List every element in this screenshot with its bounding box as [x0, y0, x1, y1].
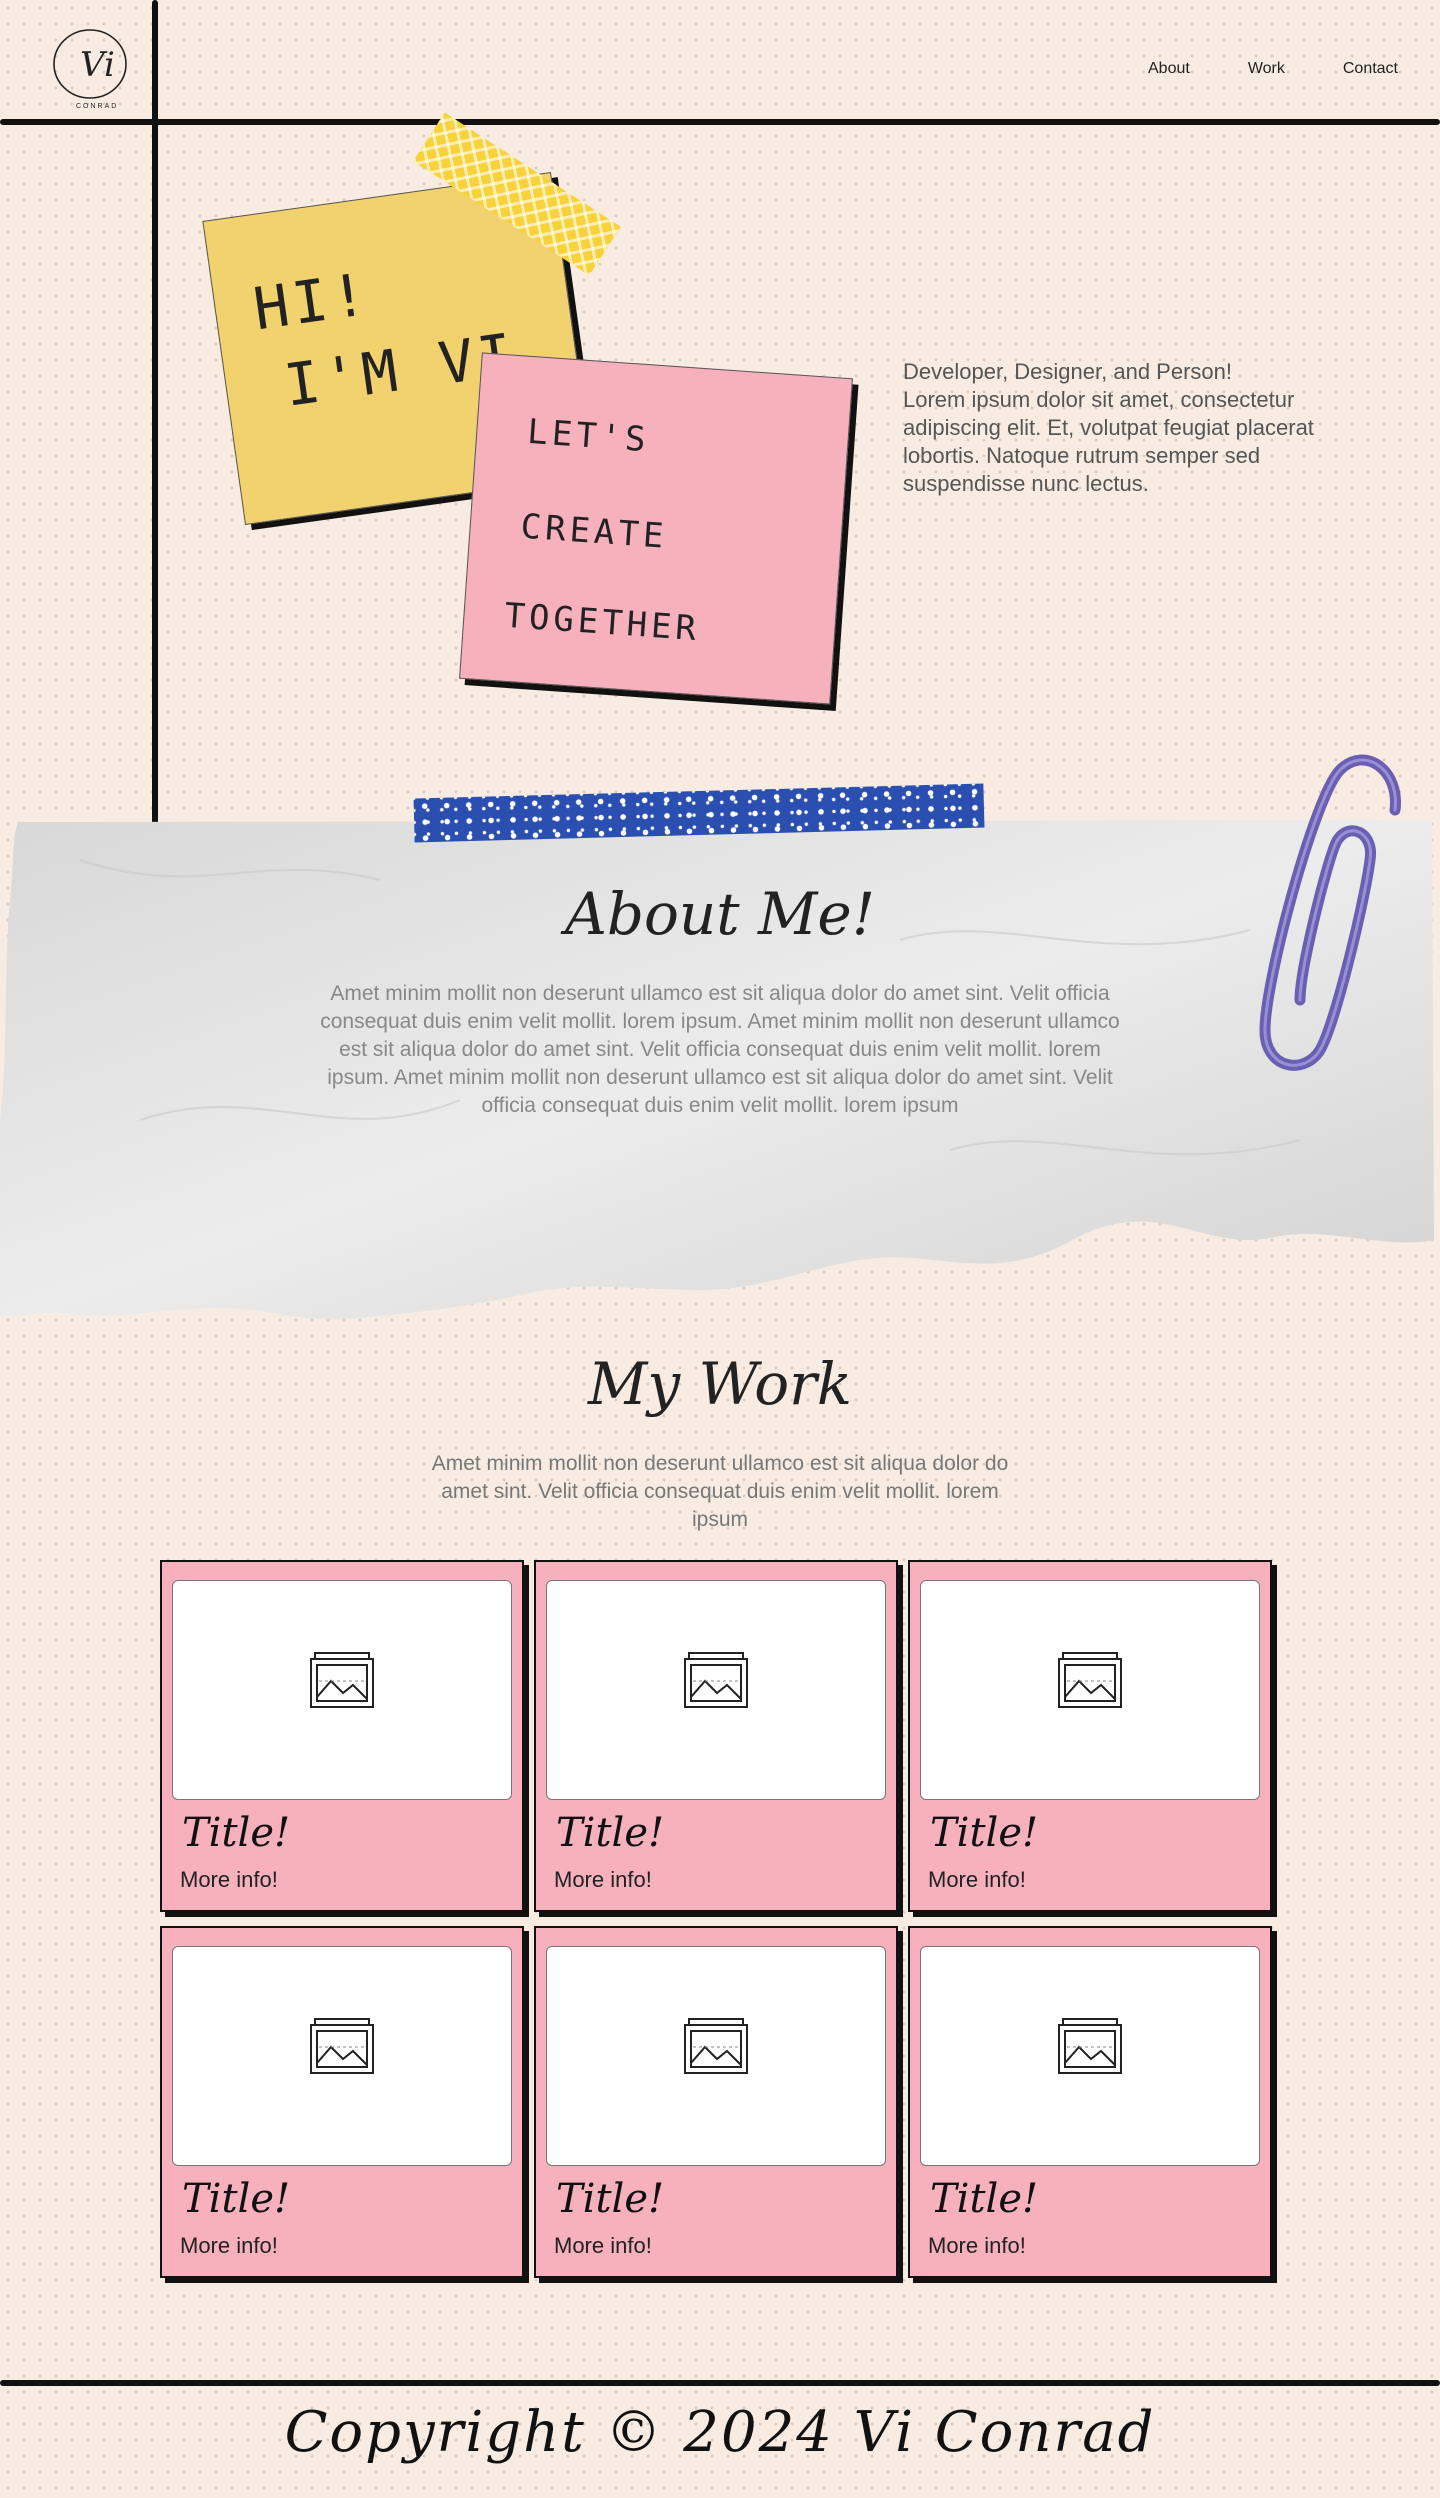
- work-card-image: [920, 1946, 1260, 2166]
- work-card[interactable]: Title! More info!: [908, 1560, 1272, 1912]
- hero-tagline: Developer, Designer, and Person!: [903, 359, 1232, 384]
- logo-text: Vi: [80, 45, 115, 85]
- work-card[interactable]: Title! More info!: [908, 1926, 1272, 2278]
- image-placeholder-icon: [310, 1652, 374, 1708]
- nav-contact-link[interactable]: Contact: [1343, 60, 1398, 78]
- work-card-title: Title!: [930, 1810, 1039, 1856]
- work-card-title: Title!: [556, 1810, 665, 1856]
- paperclip-icon: [1259, 754, 1401, 1071]
- main-nav: About Work Contact: [1090, 60, 1398, 78]
- work-card-image: [920, 1580, 1260, 1800]
- image-placeholder-icon: [310, 2018, 374, 2074]
- work-card-info: More info!: [180, 1867, 278, 1892]
- work-card-title: Title!: [182, 2176, 291, 2222]
- footer-copyright: Copyright © 2024 Vi Conrad: [284, 2400, 1156, 2465]
- work-card-info: More info!: [554, 1867, 652, 1892]
- create-together-sticky-note: LET'S CREATE TOGETHER: [459, 352, 853, 705]
- hero-intro: Developer, Designer, and Person! Lorem i…: [903, 358, 1353, 498]
- work-card[interactable]: Title! More info!: [534, 1560, 898, 1912]
- vertical-divider: [152, 0, 158, 825]
- lets-line: LET'S: [526, 411, 651, 461]
- work-card-info: More info!: [928, 2233, 1026, 2258]
- work-card-image: [172, 1946, 512, 2166]
- work-title: My Work: [587, 1350, 853, 1418]
- work-card-title: Title!: [556, 2176, 665, 2222]
- work-card-info: More info!: [180, 2233, 278, 2258]
- work-card-info: More info!: [554, 2233, 652, 2258]
- hero-description: Lorem ipsum dolor sit amet, consectetur …: [903, 387, 1314, 496]
- work-card[interactable]: Title! More info!: [160, 1560, 524, 1912]
- header-divider: [0, 119, 1440, 125]
- logo[interactable]: Vi CONRAD: [50, 24, 136, 110]
- nav-work-link[interactable]: Work: [1248, 60, 1285, 78]
- work-card-info: More info!: [928, 1867, 1026, 1892]
- image-placeholder-icon: [1058, 1652, 1122, 1708]
- image-placeholder-icon: [684, 1652, 748, 1708]
- work-card-image: [172, 1580, 512, 1800]
- work-card-title: Title!: [930, 2176, 1039, 2222]
- image-placeholder-icon: [1058, 2018, 1122, 2074]
- footer-divider: [0, 2380, 1440, 2386]
- work-card-image: [546, 1580, 886, 1800]
- about-title: About Me!: [564, 880, 876, 948]
- work-body: Amet minim mollit non deserunt ullamco e…: [431, 1452, 1009, 1531]
- work-card-title: Title!: [182, 1810, 291, 1856]
- together-line: TOGETHER: [503, 595, 702, 650]
- hello-line: HI!: [249, 259, 375, 344]
- work-card[interactable]: Title! More info!: [160, 1926, 524, 2278]
- create-line: CREATE: [519, 506, 669, 557]
- logo-subtext: CONRAD: [76, 103, 118, 110]
- work-card-image: [546, 1946, 886, 2166]
- image-placeholder-icon: [684, 2018, 748, 2074]
- work-card[interactable]: Title! More info!: [534, 1926, 898, 2278]
- about-body: Amet minim mollit non deserunt ullamco e…: [320, 982, 1120, 1117]
- nav-about-link[interactable]: About: [1148, 60, 1190, 78]
